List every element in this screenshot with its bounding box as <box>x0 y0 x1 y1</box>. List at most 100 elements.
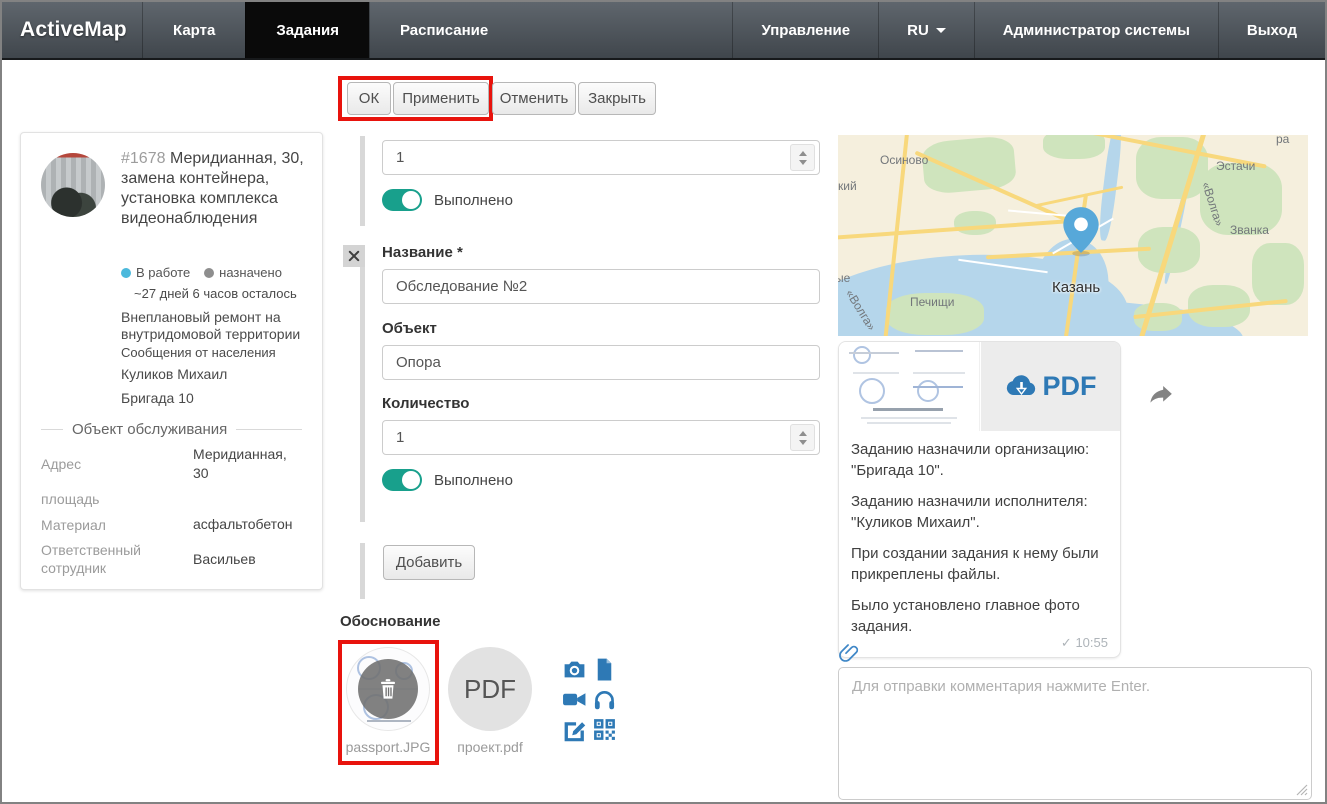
add-block-bar <box>360 543 365 599</box>
done-toggle-row-2: Выполнено <box>382 469 513 491</box>
task-location-map[interactable]: Осиново Эстачи ра «Волга» Званка ский ые… <box>838 135 1308 336</box>
cancel-button[interactable]: Отменить <box>492 82 576 115</box>
headphones-icon[interactable] <box>592 687 617 712</box>
name-field-label: Название * <box>382 244 463 261</box>
subtask-block-bar <box>360 136 365 226</box>
quantity-stepper[interactable] <box>790 424 815 451</box>
quantity-top-field <box>382 140 820 175</box>
file-name-passport: passport.JPG <box>333 739 443 755</box>
edit-icon[interactable] <box>562 717 587 742</box>
quantity-top-stepper[interactable] <box>790 144 815 171</box>
field-label: площадь <box>41 490 193 508</box>
apply-button[interactable]: Применить <box>393 82 489 115</box>
stepper-down-icon[interactable] <box>799 160 807 165</box>
stepper-up-icon[interactable] <box>799 431 807 436</box>
file-thumb-passport[interactable] <box>346 647 430 731</box>
status-assigned-dot <box>204 268 214 278</box>
nav-item-management[interactable]: Управление <box>732 2 878 58</box>
nav-item-logout[interactable]: Выход <box>1218 2 1325 58</box>
chat-message: Заданию назначили исполнителя: "Куликов … <box>851 491 1108 533</box>
attachment-actions <box>562 657 618 742</box>
map-label-zvanka: Званка <box>1230 223 1269 237</box>
map-label-ye-partial: ые <box>838 271 850 285</box>
done-toggle-2-label: Выполнено <box>434 472 513 489</box>
tab-schedule[interactable]: Расписание <box>369 2 518 58</box>
share-icon[interactable] <box>1148 383 1174 409</box>
delete-file-overlay[interactable] <box>358 659 418 719</box>
comment-input[interactable] <box>838 667 1312 800</box>
map-label-pechishchi: Печищи <box>910 295 954 309</box>
map-label-estachi: Эстачи <box>1216 159 1255 173</box>
navbar-right: Управление RU Администратор системы Выхо… <box>732 2 1325 58</box>
map-label-skiy-partial: ский <box>838 179 857 193</box>
chat-message: Было установлено главное фото задания. <box>851 595 1108 637</box>
pdf-badge: PDF <box>464 674 516 705</box>
object-input[interactable] <box>382 345 820 380</box>
nav-item-current-user[interactable]: Администратор системы <box>974 2 1218 58</box>
message-attachments: PDF <box>839 342 1120 431</box>
field-value: асфальтобетон <box>193 515 304 534</box>
add-button[interactable]: Добавить <box>383 545 475 580</box>
work-type-label: Внеплановый ремонт на внутридомовой терр… <box>121 309 311 343</box>
quantity-field <box>382 420 820 455</box>
field-label: Адрес <box>41 455 193 473</box>
organization-label: Бригада 10 <box>121 390 311 407</box>
file-icon[interactable] <box>592 657 617 682</box>
chat-message: При создании задания к нему были прикреп… <box>851 543 1108 585</box>
task-title: #1678 Меридианная, 30, замена контейнера… <box>121 149 307 229</box>
ok-button[interactable]: ОК <box>347 82 391 115</box>
language-dropdown[interactable]: RU <box>878 2 974 58</box>
quantity-input[interactable] <box>382 420 820 455</box>
top-navbar: ActiveMap Карта Задания Расписание Управ… <box>2 2 1325 60</box>
status-inwork-label: В работе <box>136 265 190 280</box>
chevron-down-icon <box>936 28 946 33</box>
chat-message-bubble: PDF Заданию назначили организацию: "Бриг… <box>838 341 1121 658</box>
message-time: ✓ 10:55 <box>1061 632 1108 653</box>
system-messages: Заданию назначили организацию: "Бригада … <box>839 431 1120 657</box>
service-object-title: Объект обслуживания <box>72 421 227 438</box>
task-summary-card: #1678 Меридианная, 30, замена контейнера… <box>20 132 323 590</box>
close-button[interactable]: Закрыть <box>578 82 656 115</box>
map-label-kazan: Казань <box>1052 279 1100 296</box>
video-icon[interactable] <box>562 687 587 712</box>
task-photo-avatar[interactable] <box>41 153 105 217</box>
stepper-up-icon[interactable] <box>799 151 807 156</box>
done-toggle-1[interactable] <box>382 189 422 211</box>
attachment-image-passport[interactable] <box>839 342 980 431</box>
field-label: Материал <box>41 516 193 534</box>
done-toggle-2[interactable] <box>382 469 422 491</box>
map-label-osinovo: Осиново <box>880 153 928 167</box>
camera-icon[interactable] <box>562 657 587 682</box>
service-object-fields: Адрес Меридианная, 30 площадь Материал а… <box>41 445 304 577</box>
quantity-top-input[interactable] <box>382 140 820 175</box>
file-thumb-pdf[interactable]: PDF <box>448 647 532 731</box>
status-inwork-dot <box>121 268 131 278</box>
justification-label: Обоснование <box>340 613 440 630</box>
map-pin-icon <box>1060 205 1102 259</box>
done-toggle-1-label: Выполнено <box>434 192 513 209</box>
task-status-row: В работе назначено <box>121 265 282 280</box>
field-value: Васильев <box>193 550 304 569</box>
paperclip-icon[interactable] <box>838 642 860 664</box>
field-value: Меридианная, 30 <box>193 445 304 483</box>
app-logo: ActiveMap <box>2 2 142 58</box>
stepper-down-icon[interactable] <box>799 440 807 445</box>
chat-message: Заданию назначили организацию: "Бригада … <box>851 439 1108 481</box>
work-group-label: Сообщения от населения <box>121 344 311 361</box>
activemap-window: ActiveMap Карта Задания Расписание Управ… <box>0 0 1327 804</box>
remove-subtask-button[interactable] <box>343 245 365 267</box>
assignee-label: Куликов Михаил <box>121 366 311 383</box>
file-name-pdf: проект.pdf <box>435 739 545 755</box>
done-toggle-row-1: Выполнено <box>382 189 513 211</box>
attachment-pdf[interactable]: PDF <box>981 342 1120 431</box>
status-assigned-label: назначено <box>219 265 282 280</box>
tab-tasks[interactable]: Задания <box>245 2 369 58</box>
qr-code-icon[interactable] <box>592 717 617 742</box>
quantity-field-label: Количество <box>382 395 469 412</box>
name-input[interactable] <box>382 269 820 304</box>
service-object-divider: Объект обслуживания <box>41 421 302 438</box>
object-field-label: Объект <box>382 320 437 337</box>
map-label-gora-partial: ра <box>1276 135 1289 146</box>
pdf-preview-label: PDF <box>1043 371 1097 402</box>
tab-map[interactable]: Карта <box>142 2 245 58</box>
